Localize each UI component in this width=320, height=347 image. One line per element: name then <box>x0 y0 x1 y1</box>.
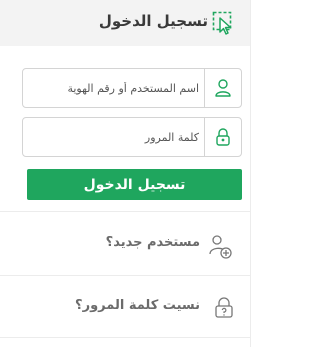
login-panel: تسجيل الدخول تسجيل الدخول <box>0 0 251 347</box>
page-title: تسجيل الدخول <box>98 12 208 30</box>
divider <box>0 211 250 212</box>
new-user-link[interactable]: مستخدم جديد؟ <box>14 233 234 259</box>
forgot-password-label: نسيت كلمة المرور؟ <box>75 298 200 313</box>
login-button[interactable]: تسجيل الدخول <box>27 169 242 200</box>
password-input[interactable] <box>25 118 205 156</box>
user-icon-box <box>204 69 241 107</box>
divider <box>0 275 250 276</box>
new-user-label: مستخدم جديد؟ <box>105 235 200 250</box>
lock-icon <box>216 128 230 146</box>
lock-icon-box <box>204 118 241 156</box>
login-header: تسجيل الدخول <box>0 0 250 46</box>
forgot-password-link[interactable]: نسيت كلمة المرور؟ <box>14 296 234 320</box>
username-field <box>22 68 242 108</box>
divider <box>0 337 250 338</box>
login-button-label: تسجيل الدخول <box>83 176 186 193</box>
add-user-icon <box>209 235 232 259</box>
username-input[interactable] <box>25 69 205 107</box>
login-cursor-icon <box>212 11 234 35</box>
password-field <box>22 117 242 157</box>
user-icon <box>215 79 231 97</box>
lock-question-icon <box>215 297 233 318</box>
